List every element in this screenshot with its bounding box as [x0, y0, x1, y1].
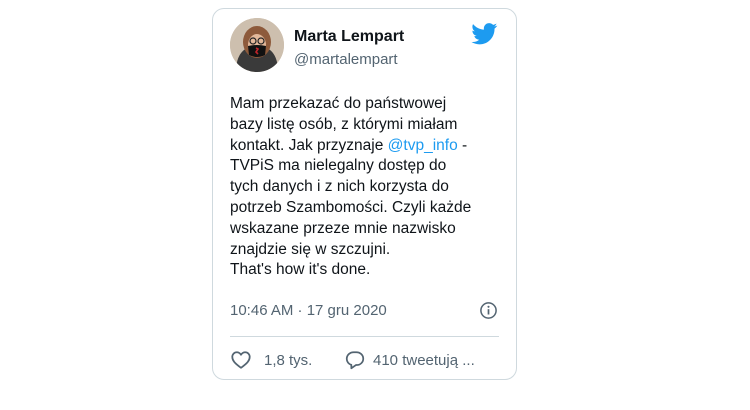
tweet-text-line: potrzeb Szambomości. Czyli każde — [230, 198, 472, 216]
tweet-timestamp[interactable]: 10:46 AM · 17 gru 2020 — [230, 302, 387, 319]
mention-link[interactable]: @tvp_info — [388, 137, 458, 154]
tweet-text-line: That's how it's done. — [230, 261, 371, 279]
divider — [230, 336, 499, 337]
tweet-text-line: tych danych i z nich korzysta do — [230, 178, 449, 196]
twitter-bird-icon[interactable] — [471, 23, 498, 45]
reply-button[interactable]: 410 tweetują ... — [344, 349, 475, 371]
tweet-text-fragment: - — [457, 136, 468, 154]
avatar[interactable] — [230, 18, 284, 72]
tweet-text-line: Mam przekazać do państwowej — [230, 95, 447, 112]
author-handle[interactable]: @martalempart — [294, 51, 398, 68]
info-icon[interactable] — [479, 301, 498, 320]
tweet-text-line: kontakt. Jak przyznaje @tvp_info - — [230, 136, 515, 157]
tweet-text-fragment: kontakt. Jak przyznaje — [230, 136, 388, 154]
reply-count: 410 tweetują ... — [373, 351, 475, 369]
tweet-card[interactable]: Marta Lempart @martalempart Mam przekaza… — [212, 8, 517, 380]
tweet-text-line: znajdzie się w szczujni. — [230, 240, 391, 258]
tweet-text: Mam przekazać do państwowej bazy listę o… — [230, 94, 515, 281]
like-button[interactable]: 1,8 tys. — [230, 349, 312, 371]
tweet-text-line: bazy listę osób, z którymi miałam — [230, 115, 458, 133]
author-name[interactable]: Marta Lempart — [294, 28, 404, 46]
like-count: 1,8 tys. — [264, 351, 313, 369]
heart-icon — [231, 351, 251, 369]
tweet-text-line: TVPiS ma nielegalny dostęp do — [230, 157, 447, 175]
speech-bubble-icon — [345, 351, 365, 370]
tweet-text-line: wskazane przeze mnie nazwisko — [230, 219, 456, 237]
